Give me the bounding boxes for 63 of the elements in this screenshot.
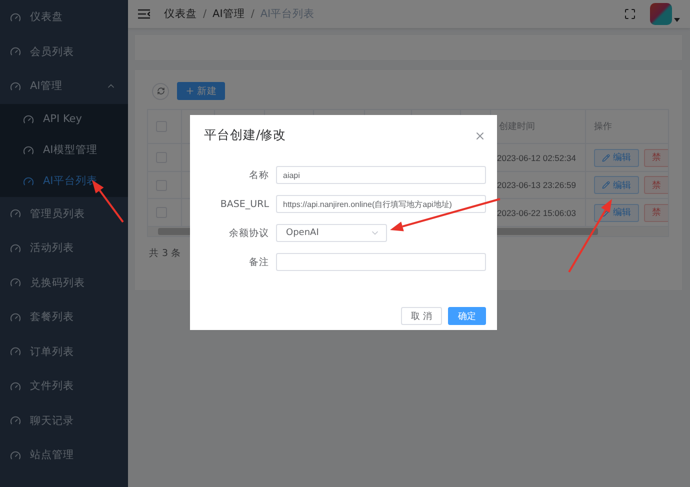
gauge-icon	[10, 450, 21, 461]
breadcrumb-item[interactable]: 仪表盘	[164, 7, 197, 21]
breadcrumb-item[interactable]: AI管理	[212, 7, 245, 21]
gauge-icon	[10, 380, 21, 392]
gauge-icon	[23, 144, 34, 156]
dialog-title: 平台创建/修改	[204, 127, 286, 144]
disable-button[interactable]: 禁	[644, 176, 668, 194]
fullscreen-icon[interactable]	[624, 8, 636, 20]
table-cell: 2023-06-13 23:26:59	[497, 180, 576, 190]
gauge-icon	[10, 277, 21, 288]
sidebar-item[interactable]: 会员列表	[0, 34, 128, 69]
edit-button[interactable]: 编辑	[594, 148, 639, 166]
gauge-icon	[10, 46, 21, 58]
breadcrumb-separator: /	[250, 8, 254, 20]
table-cell: 2023-06-12 02:52:34	[497, 152, 576, 162]
plus-icon	[185, 86, 195, 96]
refresh-button[interactable]	[152, 82, 169, 100]
sidebar-item[interactable]: 管理员列表	[0, 196, 128, 231]
sidebar-item[interactable]: 站点管理	[0, 438, 128, 472]
input-field[interactable]: https://api.nanjiren.online(自行填写地方api地址)	[276, 195, 486, 213]
gauge-icon	[10, 346, 21, 358]
confirm-button[interactable]: 确定	[448, 307, 486, 325]
disable-button[interactable]: 禁	[644, 204, 668, 222]
field-label: 名称	[248, 168, 269, 182]
field-label: 备注	[248, 256, 269, 268]
gauge-icon	[10, 208, 21, 220]
field-label: BASE_URL	[219, 198, 269, 210]
sidebar-item[interactable]: AI管理	[0, 69, 128, 104]
input-field[interactable]: aiapi	[276, 166, 486, 184]
gauge-icon	[10, 242, 21, 254]
sidebar-item[interactable]: 订单列表	[0, 334, 128, 369]
breadcrumb-separator: /	[203, 8, 207, 20]
menu-icon[interactable]	[138, 9, 150, 19]
caret-down-icon[interactable]	[674, 18, 680, 22]
select-field[interactable]: OpenAI	[276, 224, 387, 242]
submenu-item[interactable]: API Key	[0, 104, 128, 134]
pencil-icon	[602, 181, 610, 189]
gauge-icon	[23, 176, 34, 186]
gauge-icon	[10, 12, 21, 23]
pencil-icon	[602, 154, 610, 162]
gauge-icon	[10, 80, 21, 92]
sidebar-item[interactable]: 聊天记录	[0, 404, 128, 438]
sidebar-item[interactable]: 文件列表	[0, 369, 128, 404]
avatar[interactable]	[650, 3, 672, 25]
gauge-icon	[10, 312, 21, 323]
table-cell: 2023-06-22 15:06:03	[497, 208, 576, 218]
edit-button[interactable]: 编辑	[594, 204, 639, 222]
gauge-icon	[23, 114, 34, 124]
new-button[interactable]: 新建	[177, 82, 225, 100]
field-label: 余额协议	[228, 226, 269, 240]
sidebar-item[interactable]: 兑换码列表	[0, 266, 128, 300]
sidebar-item[interactable]: 仪表盘	[0, 0, 128, 34]
disable-button[interactable]: 禁	[644, 148, 668, 166]
close-icon[interactable]	[474, 130, 486, 142]
gauge-icon	[10, 415, 21, 426]
total-count: 共 3 条	[149, 247, 182, 260]
cancel-button[interactable]: 取 消	[401, 307, 442, 325]
sidebar-item[interactable]: 套餐列表	[0, 300, 128, 334]
refresh-icon	[156, 87, 164, 95]
edit-button[interactable]: 编辑	[594, 176, 639, 194]
input-field[interactable]	[276, 253, 486, 271]
submenu-item[interactable]: AI模型管理	[0, 134, 128, 166]
sidebar-item[interactable]: 活动列表	[0, 231, 128, 266]
